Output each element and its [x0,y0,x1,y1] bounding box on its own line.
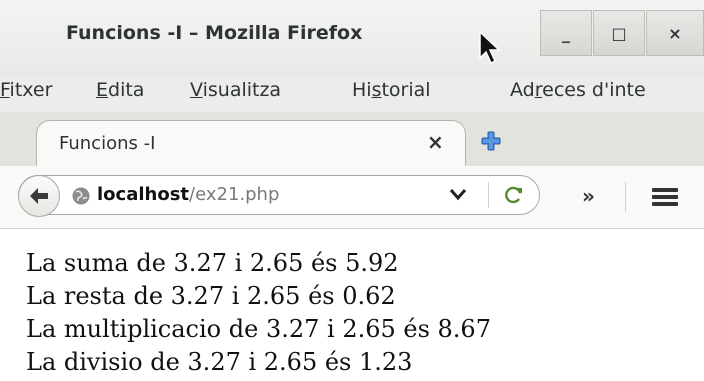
tab-funcions[interactable]: Funcions -I × [36,120,466,166]
menu-visualitza[interactable]: Visualitza [190,79,281,101]
result-line-suma: La suma de 3.27 i 2.65 és 5.92 [26,249,399,277]
url-text[interactable]: localhost/ex21.php [97,184,279,205]
close-window-button[interactable]: × [646,10,704,56]
tab-strip: Funcions -I × [0,112,704,167]
tab-close-icon[interactable]: × [427,130,444,154]
url-divider [488,182,489,208]
chevron-down-icon[interactable] [449,186,467,202]
back-arrow-icon [30,188,48,204]
toolbar-overflow-button[interactable]: » [582,184,595,208]
menu-adreces[interactable]: Adreces d'inte [510,79,646,101]
maximize-button[interactable]: □ [593,10,645,56]
window-titlebar[interactable]: Funcions -I – Mozilla Firefox _ □ × [0,0,704,76]
result-line-divisio: La divisio de 3.27 i 2.65 és 1.23 [26,348,413,376]
reload-icon[interactable] [503,184,525,206]
menu-edita[interactable]: Edita [96,79,144,101]
url-path: /ex21.php [189,184,280,205]
url-host: localhost [97,184,190,205]
globe-icon[interactable] [71,186,91,206]
menu-bar: Fitxer Edita Visualitza Historial Adrece… [0,76,704,112]
new-tab-plus-icon[interactable] [480,130,502,152]
page-content: La suma de 3.27 i 2.65 és 5.92 La resta … [0,229,704,381]
navigation-bar: localhost/ex21.php » [0,166,704,229]
menu-fitxer[interactable]: Fitxer [0,79,52,101]
result-line-resta: La resta de 3.27 i 2.65 és 0.62 [26,282,396,310]
window-title: Funcions -I – Mozilla Firefox [66,22,363,44]
mouse-cursor-icon [479,30,501,65]
result-line-multiplicacio: La multiplicacio de 3.27 i 2.65 és 8.67 [26,315,491,343]
menu-historial[interactable]: Historial [352,79,431,101]
toolbar-divider [625,182,626,212]
back-button[interactable] [18,175,60,217]
hamburger-menu-icon[interactable] [652,188,678,206]
tab-label: Funcions -I [59,133,156,154]
url-bar[interactable]: localhost/ex21.php [18,175,540,217]
minimize-button[interactable]: _ [540,10,592,56]
